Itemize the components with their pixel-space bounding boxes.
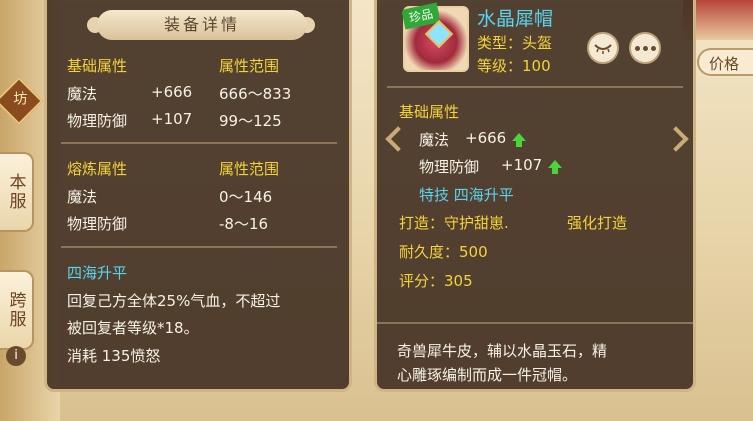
desc-line2: 心雕琢编制而成一件冠帽。 xyxy=(397,366,578,384)
tab-local-server-label: 本服 xyxy=(5,173,26,211)
item-name: 水晶犀帽 xyxy=(477,8,554,30)
attr-range-header: 属性范围 xyxy=(219,57,280,75)
stat-name: 物理防御 xyxy=(67,112,128,130)
info-icon[interactable]: i xyxy=(6,346,26,366)
score-text: 评分：305 xyxy=(399,272,473,290)
forge-text: 打造：守护甜崽. xyxy=(399,214,509,232)
stat-value: +666 xyxy=(465,129,507,147)
base-attr-header: 基础属性 xyxy=(399,103,460,121)
skill-desc-line1: 回复己方全体25%气血，不超过 xyxy=(67,292,281,310)
arrow-up-icon xyxy=(548,160,563,174)
item-info-panel: 珍品 水晶犀帽 类型：头盔 等级：100 基础属性 魔法 +666 物理防御 +… xyxy=(374,0,696,392)
stat-value: +107 xyxy=(151,110,193,128)
tab-cross-server[interactable]: 跨服 xyxy=(0,270,34,350)
more-button[interactable] xyxy=(629,32,661,64)
stat-name: 物理防御 xyxy=(419,158,480,176)
divider xyxy=(61,246,337,248)
refine-attr-header: 熔炼属性 xyxy=(67,160,128,178)
skill-cost: 消耗 135愤怒 xyxy=(67,347,161,365)
price-tab[interactable]: 价格 xyxy=(697,48,753,76)
more-icon xyxy=(634,45,656,51)
item-helmet-icon: 珍品 xyxy=(401,2,469,72)
skill-desc-line2: 被回复者等级*18。 xyxy=(67,319,199,337)
divider xyxy=(387,86,683,88)
refine-range-header: 属性范围 xyxy=(219,160,280,178)
divider xyxy=(61,142,337,144)
refine-stat-name: 魔法 xyxy=(67,188,98,206)
stat-range: 666～833 xyxy=(219,85,292,103)
item-type: 类型：头盔 xyxy=(477,34,553,52)
arrow-up-icon xyxy=(512,133,527,147)
refine-stat-range: -8～16 xyxy=(219,215,269,233)
eye-closed-icon xyxy=(594,44,612,54)
special-skill: 特技 四海升平 xyxy=(419,186,514,204)
stat-value: +666 xyxy=(151,83,193,101)
shop-badge-label: 坊 xyxy=(13,91,28,108)
refine-stat-range: 0～146 xyxy=(219,188,273,206)
tab-local-server[interactable]: 本服 xyxy=(0,152,34,232)
stat-range: 99～125 xyxy=(219,112,282,130)
equipment-detail-panel: 装备详情 基础属性 属性范围 魔法 +666 666～833 物理防御 +107… xyxy=(44,0,352,392)
panel-title: 装备详情 xyxy=(97,10,307,40)
skill-name: 四海升平 xyxy=(67,264,128,282)
durability-text: 耐久度：500 xyxy=(399,243,488,261)
hide-button[interactable] xyxy=(587,32,619,64)
chevron-right-icon[interactable] xyxy=(663,126,689,152)
stat-name: 魔法 xyxy=(419,131,450,149)
stat-name: 魔法 xyxy=(67,85,98,103)
base-attr-header: 基础属性 xyxy=(67,57,128,75)
item-description: 奇兽犀牛皮，辅以水晶玉石，精 心雕琢编制而成一件冠帽。 xyxy=(377,322,693,388)
refine-stat-name: 物理防御 xyxy=(67,215,128,233)
stat-value-group: +666 xyxy=(465,129,527,147)
chevron-left-icon[interactable] xyxy=(385,126,411,152)
item-level: 等级：100 xyxy=(477,57,551,75)
stat-value-group: +107 xyxy=(501,156,563,174)
tab-cross-server-label: 跨服 xyxy=(5,291,26,329)
stat-value: +107 xyxy=(501,156,543,174)
enhance-text: 强化打造 xyxy=(567,214,628,232)
desc-line1: 奇兽犀牛皮，辅以水晶玉石，精 xyxy=(397,342,608,360)
